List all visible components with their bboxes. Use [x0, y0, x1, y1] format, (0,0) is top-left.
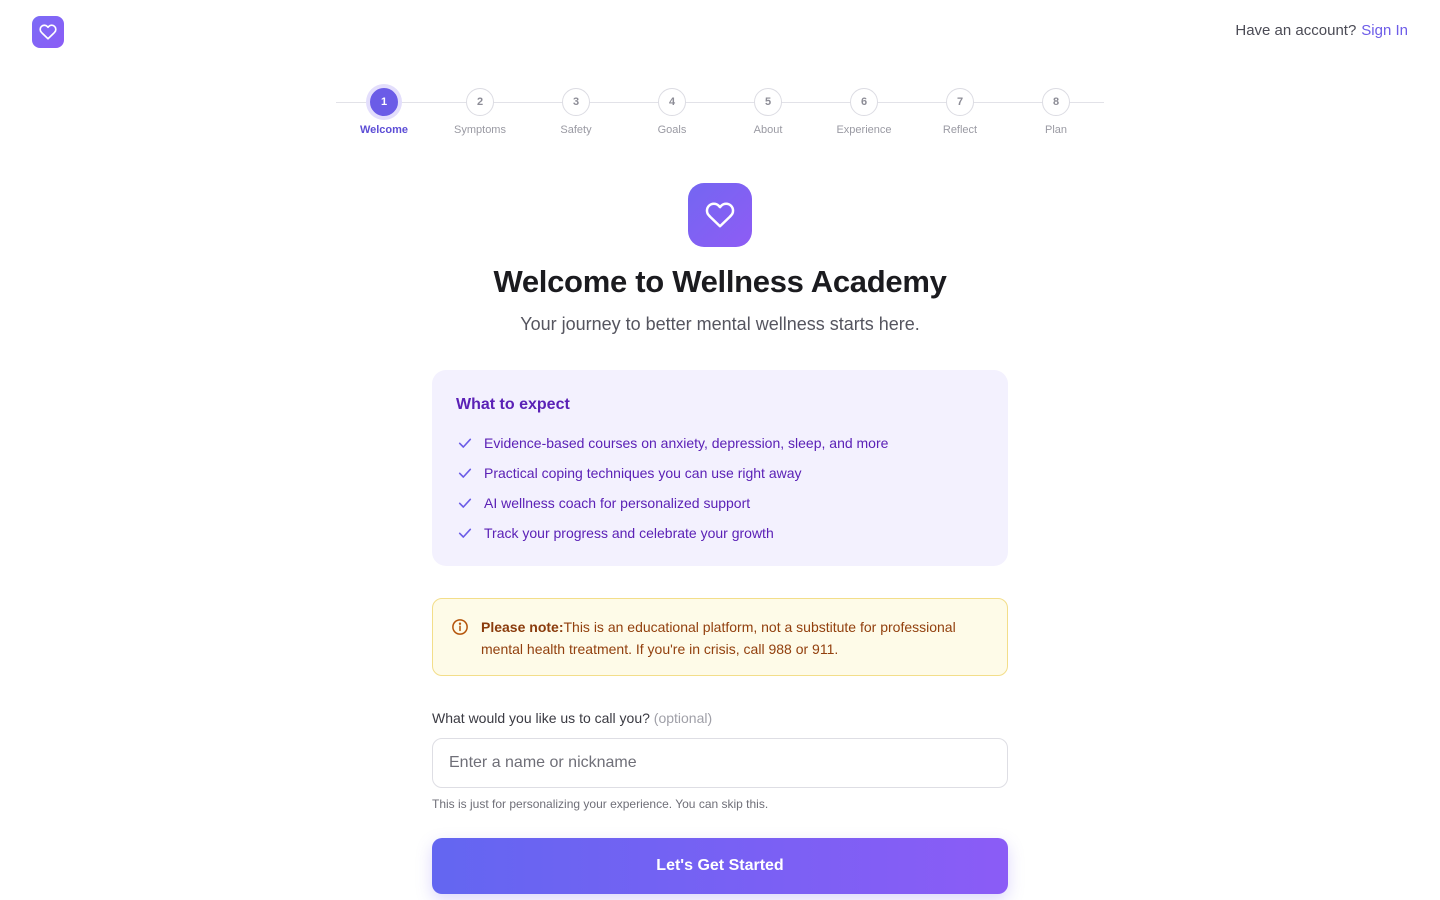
account-prompt-row: Have an account? Sign In — [1235, 22, 1408, 39]
step-welcome[interactable]: 1 Welcome — [336, 88, 432, 136]
name-input[interactable] — [432, 738, 1008, 788]
step-number: 8 — [1042, 88, 1070, 116]
step-goals[interactable]: 4 Goals — [624, 88, 720, 136]
name-label-text: What would you like us to call you? — [432, 710, 650, 726]
step-number: 5 — [754, 88, 782, 116]
step-label: Welcome — [359, 124, 409, 136]
step-about[interactable]: 5 About — [720, 88, 816, 136]
step-label: Symptoms — [454, 124, 506, 136]
get-started-button[interactable]: Let's Get Started — [432, 838, 1008, 894]
expect-item-text: Track your progress and celebrate your g… — [484, 525, 774, 541]
step-label: About — [753, 124, 783, 136]
expect-title: What to expect — [456, 396, 570, 413]
step-number: 3 — [562, 88, 590, 116]
page-title: Welcome to Wellness Academy — [493, 264, 947, 299]
step-number: 4 — [658, 88, 686, 116]
name-field-label: What would you like us to call you? (opt… — [432, 710, 712, 726]
heart-icon — [39, 24, 57, 40]
check-icon — [456, 464, 474, 482]
check-icon — [456, 494, 474, 512]
step-label: Goals — [657, 124, 687, 136]
list-item: Track your progress and celebrate your g… — [456, 518, 984, 548]
list-item: Practical coping techniques you can use … — [456, 458, 984, 488]
step-symptoms[interactable]: 2 Symptoms — [432, 88, 528, 136]
step-number: 2 — [466, 88, 494, 116]
app-logo[interactable] — [32, 16, 64, 48]
step-label: Plan — [1044, 124, 1068, 136]
step-experience[interactable]: 6 Experience — [816, 88, 912, 136]
step-plan[interactable]: 8 Plan — [1008, 88, 1104, 136]
step-label: Safety — [560, 124, 592, 136]
step-number: 7 — [946, 88, 974, 116]
check-icon — [456, 434, 474, 452]
onboarding-page: Have an account? Sign In 1 Welcome 2 Sym… — [0, 0, 1440, 900]
disclaimer-text: Please note:This is an educational platf… — [481, 616, 989, 675]
disclaimer-note: Please note:This is an educational platf… — [432, 598, 1008, 676]
sign-in-link[interactable]: Sign In — [1361, 22, 1408, 39]
progress-stepper: 1 Welcome 2 Symptoms 3 Safety 4 Goals 5 … — [336, 88, 1104, 138]
step-safety[interactable]: 3 Safety — [528, 88, 624, 136]
page-subtitle: Your journey to better mental wellness s… — [520, 314, 920, 334]
step-label: Experience — [836, 124, 892, 136]
account-prompt-text: Have an account? — [1235, 22, 1357, 39]
what-to-expect-card: What to expect Evidence-based courses on… — [432, 370, 1008, 566]
check-icon — [456, 524, 474, 542]
step-label: Reflect — [942, 124, 978, 136]
step-number: 1 — [370, 88, 398, 116]
info-icon — [452, 619, 468, 635]
name-help-text: This is just for personalizing your expe… — [432, 797, 769, 811]
list-item: Evidence-based courses on anxiety, depre… — [456, 428, 984, 458]
heart-icon — [705, 202, 735, 228]
step-reflect[interactable]: 7 Reflect — [912, 88, 1008, 136]
expect-item-text: AI wellness coach for personalized suppo… — [484, 495, 751, 511]
optional-tag: (optional) — [653, 710, 713, 726]
disclaimer-label: Please note: — [481, 619, 564, 635]
step-number: 6 — [850, 88, 878, 116]
list-item: AI wellness coach for personalized suppo… — [456, 488, 984, 518]
expect-item-text: Evidence-based courses on anxiety, depre… — [484, 435, 889, 451]
expect-item-text: Practical coping techniques you can use … — [484, 465, 802, 481]
hero-heart-badge — [688, 183, 752, 247]
